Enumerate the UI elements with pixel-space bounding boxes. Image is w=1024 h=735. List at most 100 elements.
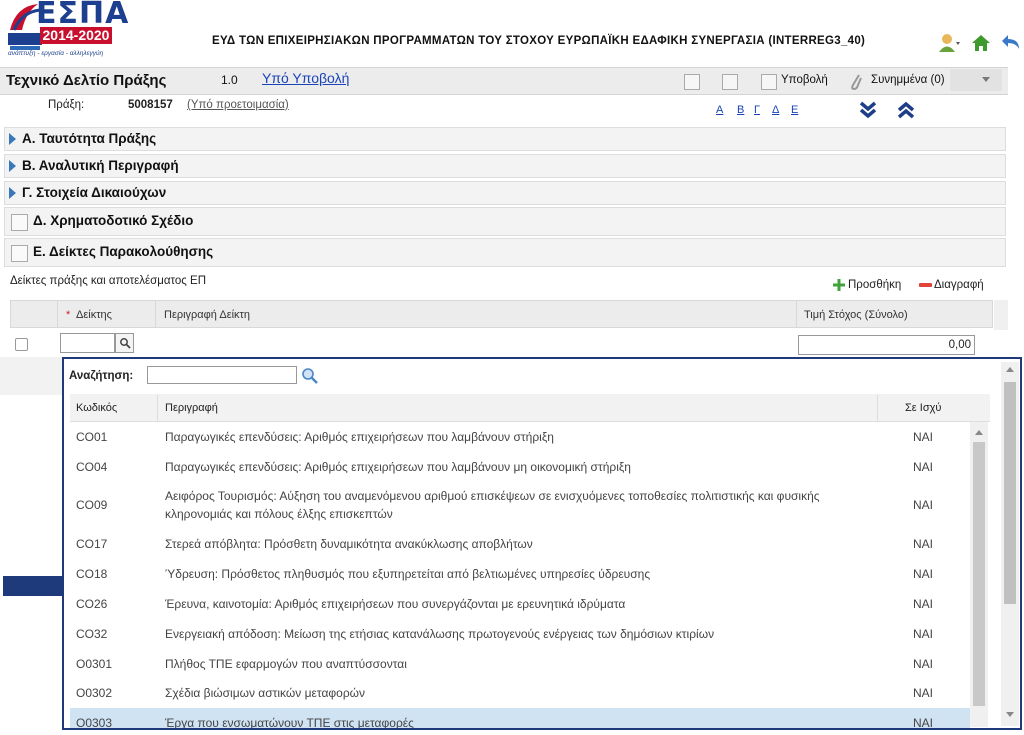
row-checkbox[interactable] xyxy=(15,338,28,351)
list-item[interactable]: CO04 Παραγωγικές επενδύσεις: Αριθμός επι… xyxy=(70,452,970,481)
row-code: O0303 xyxy=(76,716,113,728)
scroll-up-icon[interactable] xyxy=(1006,367,1014,372)
column-divider xyxy=(57,301,58,327)
list-item[interactable]: O0301 Πλήθος ΤΠΕ εφαρμογών που αναπτύσσο… xyxy=(70,649,970,678)
submit-icon[interactable] xyxy=(761,74,777,90)
row-active: ΝΑΙ xyxy=(913,716,934,728)
popup-scrollbar[interactable] xyxy=(1001,362,1019,726)
praxi-status-link[interactable]: (Υπό προετοιμασία) xyxy=(187,99,289,111)
popup-list-scrollbar[interactable] xyxy=(970,422,988,727)
column-divider xyxy=(157,395,158,421)
row-description: Σχέδια βιώσιμων αστικών μεταφορών xyxy=(165,686,366,700)
scroll-up-icon[interactable] xyxy=(975,430,983,435)
row-description: Παραγωγικές επενδύσεις: Αριθμός επιχειρή… xyxy=(165,430,554,444)
user-icon[interactable] xyxy=(938,32,960,54)
logo-years: 2014-2020 xyxy=(40,27,112,44)
list-item[interactable]: CO09 Αειφόρος Τουρισμός: Αύξηση του αναμ… xyxy=(70,482,970,528)
popup-column-description[interactable]: Περιγραφή xyxy=(165,402,218,414)
praxi-label: Πράξη: xyxy=(48,99,85,111)
row-code: CO04 xyxy=(76,460,108,474)
row-code: CO18 xyxy=(76,567,108,581)
column-header-description[interactable]: Περιγραφή Δείκτη xyxy=(164,309,250,321)
row-active: ΝΑΙ xyxy=(913,597,934,611)
footer-bar xyxy=(3,576,63,596)
row-description: Στερεά απόβλητα: Πρόσθετη δυναμικότητα α… xyxy=(165,537,533,551)
eu-flag-icon xyxy=(8,33,42,45)
popup-column-code[interactable]: Κωδικός xyxy=(76,402,117,414)
row-description: Αειφόρος Τουρισμός: Αύξηση του αναμενόμε… xyxy=(165,489,820,503)
expand-arrow-icon[interactable] xyxy=(9,187,16,199)
row-description: Έρευνα, καινοτομία: Αριθμός επιχειρήσεων… xyxy=(165,597,626,611)
minus-icon[interactable] xyxy=(919,283,932,287)
section-e-label: Ε. Δείκτες Παρακολούθησης xyxy=(33,244,214,259)
list-item-selected[interactable]: O0303 Έργα που ενσωματώνουν ΤΠΕ στις μετ… xyxy=(70,708,970,728)
row-active: ΝΑΙ xyxy=(913,498,934,512)
section-d-label: Δ. Χρηματοδοτικό Σχέδιο xyxy=(33,213,194,228)
row-description: Ύδρευση: Πρόσθετος πληθυσμός που εξυπηρε… xyxy=(165,567,651,581)
row-active: ΝΑΙ xyxy=(913,430,934,444)
popup-list-scrollbar-thumb[interactable] xyxy=(973,442,985,706)
delete-button[interactable]: Διαγραφή xyxy=(934,279,984,291)
plus-icon[interactable] xyxy=(833,279,845,291)
home-icon[interactable] xyxy=(970,32,992,54)
expand-arrow-icon[interactable] xyxy=(9,160,16,172)
popup-scrollbar-thumb[interactable] xyxy=(1004,382,1016,604)
row-description: Έργα που ενσωματώνουν ΤΠΕ στις μεταφορές xyxy=(165,716,414,728)
submit-button[interactable]: Υποβολή xyxy=(781,74,828,86)
back-icon[interactable] xyxy=(1000,32,1022,54)
more-menu-button[interactable] xyxy=(950,69,1002,91)
list-item[interactable]: CO18 Ύδρευση: Πρόσθετος πληθυσμός που εξ… xyxy=(70,559,970,588)
section-b-label: Β. Αναλυτική Περιγραφή xyxy=(22,158,179,173)
letter-link-g[interactable]: Γ xyxy=(754,104,760,116)
letter-link-e[interactable]: Ε xyxy=(791,104,798,116)
header-title: ΕΥΔ ΤΩΝ ΕΠΙΧΕΙΡΗΣΙΑΚΩΝ ΠΡΟΓΡΑΜΜΑΤΩΝ ΤΟΥ … xyxy=(212,35,866,47)
toolbar-image-icon[interactable] xyxy=(722,74,738,90)
indicators-subtitle: Δείκτες πράξης και αποτελέσματος ΕΠ xyxy=(10,275,206,287)
toolbar-image-icon[interactable] xyxy=(684,74,700,90)
section-toggle-icon[interactable] xyxy=(11,245,28,262)
list-item[interactable]: CO26 Έρευνα, καινοτομία: Αριθμός επιχειρ… xyxy=(70,589,970,618)
row-code: O0301 xyxy=(76,657,113,671)
expand-all-icon[interactable] xyxy=(858,101,878,119)
add-button[interactable]: Προσθήκη xyxy=(848,279,901,291)
row-code: CO32 xyxy=(76,627,108,641)
attachments-button[interactable]: Συνημμένα (0) xyxy=(871,74,945,86)
grid-empty-area xyxy=(0,357,62,395)
row-code: CO26 xyxy=(76,597,108,611)
popup-search-label: Αναζήτηση: xyxy=(69,370,134,382)
row-active: ΝΑΙ xyxy=(913,537,934,551)
row-code: CO17 xyxy=(76,537,108,551)
grid-scrollbar[interactable] xyxy=(994,300,1008,330)
column-header-target[interactable]: Τιμή Στόχος (Σύνολο) xyxy=(804,309,908,321)
popup-column-active[interactable]: Σε Ισχύ xyxy=(905,402,941,414)
search-icon[interactable] xyxy=(301,367,319,385)
row-description-continued: κληρονομιάς και πόλους έλξης επισκεπτών xyxy=(165,507,393,521)
row-active: ΝΑΙ xyxy=(913,460,934,474)
row-active: ΝΑΙ xyxy=(913,657,934,671)
page-title: Τεχνικό Δελτίο Πράξης xyxy=(6,72,167,89)
list-item[interactable]: CO32 Ενεργειακή απόδοση: Μείωση της ετήσ… xyxy=(70,619,970,648)
letter-link-b[interactable]: Β xyxy=(737,104,744,116)
indicator-input[interactable] xyxy=(60,333,115,353)
collapse-all-icon[interactable] xyxy=(896,101,916,119)
letter-link-d[interactable]: Δ xyxy=(772,104,779,116)
row-active: ΝΑΙ xyxy=(913,567,934,581)
indicator-lookup-button[interactable] xyxy=(115,333,134,353)
row-code: O0302 xyxy=(76,686,113,700)
scroll-down-icon[interactable] xyxy=(1006,712,1014,717)
document-status-link[interactable]: Υπό Υποβολή xyxy=(262,70,349,86)
section-toggle-icon[interactable] xyxy=(11,214,28,231)
list-item[interactable]: CO01 Παραγωγικές επενδύσεις: Αριθμός επι… xyxy=(70,422,970,451)
row-active: ΝΑΙ xyxy=(913,686,934,700)
section-c-label: Γ. Στοιχεία Δικαιούχων xyxy=(22,185,167,200)
letter-link-a[interactable]: Α xyxy=(716,104,723,116)
row-description: Πλήθος ΤΠΕ εφαρμογών που αναπτύσσονται xyxy=(165,657,407,671)
row-description: Παραγωγικές επενδύσεις: Αριθμός επιχειρή… xyxy=(165,460,631,474)
list-item[interactable]: CO17 Στερεά απόβλητα: Πρόσθετη δυναμικότ… xyxy=(70,529,970,558)
column-header-indicator[interactable]: Δείκτης xyxy=(76,309,112,321)
expand-arrow-icon[interactable] xyxy=(9,133,16,145)
search-icon xyxy=(120,338,131,349)
popup-search-input[interactable] xyxy=(147,366,297,384)
list-item[interactable]: O0302 Σχέδια βιώσιμων αστικών μεταφορών … xyxy=(70,678,970,707)
target-value-input[interactable]: 0,00 xyxy=(798,335,975,355)
